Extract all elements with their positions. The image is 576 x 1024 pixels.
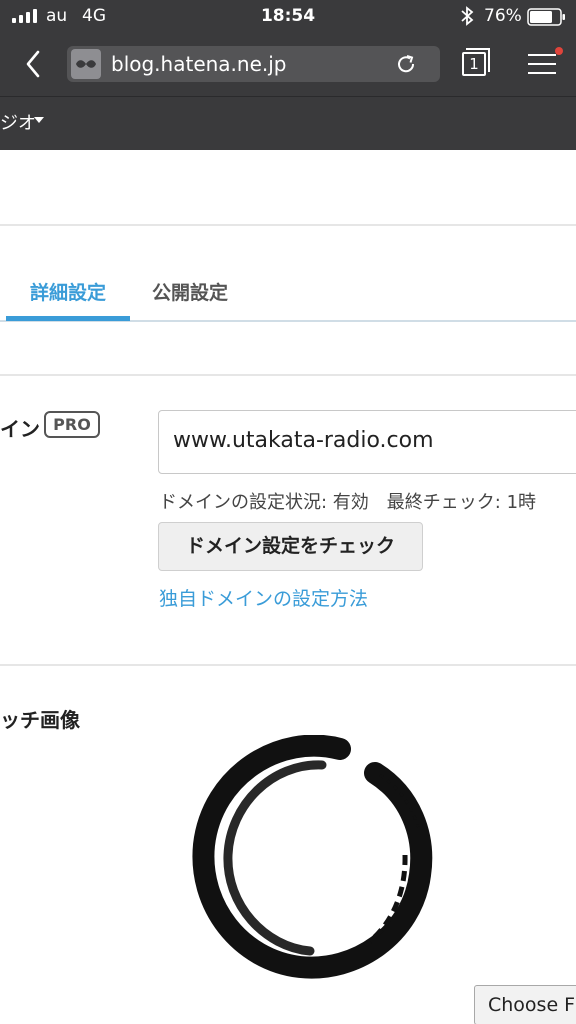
section-divider <box>0 374 576 376</box>
tab-advanced-settings[interactable]: 詳細設定 <box>6 278 130 305</box>
check-domain-button[interactable]: ドメイン設定をチェック <box>158 522 423 571</box>
battery-percent: 76% <box>484 6 522 26</box>
battery-icon <box>527 8 565 26</box>
site-icon <box>71 49 101 79</box>
pro-badge: PRO <box>44 411 100 438</box>
reload-icon[interactable] <box>394 52 418 76</box>
domain-help-link[interactable]: 独自ドメインの設定方法 <box>159 584 368 611</box>
back-icon[interactable] <box>18 46 48 82</box>
section-divider <box>0 224 576 226</box>
enso-image <box>192 735 433 979</box>
domain-status: ドメインの設定状況: 有効 最終チェック: 1時 <box>159 492 537 513</box>
notification-dot <box>555 47 563 55</box>
tabs-button[interactable]: 1 <box>458 46 490 80</box>
domain-label: イン <box>0 417 40 441</box>
blog-menu-label[interactable]: ジオ <box>0 109 36 135</box>
menu-icon[interactable] <box>526 47 563 78</box>
bluetooth-icon <box>461 6 474 26</box>
domain-input[interactable]: www.utakata-radio.com <box>158 410 576 474</box>
choose-file-button[interactable]: Choose F <box>474 985 576 1024</box>
browser-toolbar: blog.hatena.ne.jp 1 <box>0 34 576 96</box>
tab-count: 1 <box>462 52 486 76</box>
status-bar: au 4G 18:54 76% <box>0 0 576 34</box>
section-divider <box>0 664 576 666</box>
address-bar[interactable]: blog.hatena.ne.jp <box>67 46 440 82</box>
tab-publish-settings[interactable]: 公開設定 <box>152 278 228 305</box>
eyecatch-label: ッチ画像 <box>0 708 80 732</box>
active-tab-indicator <box>6 316 130 321</box>
blog-subnav: ジオ <box>0 96 576 150</box>
caret-down-icon[interactable] <box>34 117 44 123</box>
url-text: blog.hatena.ne.jp <box>111 52 287 76</box>
browser-chrome: au 4G 18:54 76% blog.hatena.ne.jp 1 ジオ <box>0 0 576 150</box>
